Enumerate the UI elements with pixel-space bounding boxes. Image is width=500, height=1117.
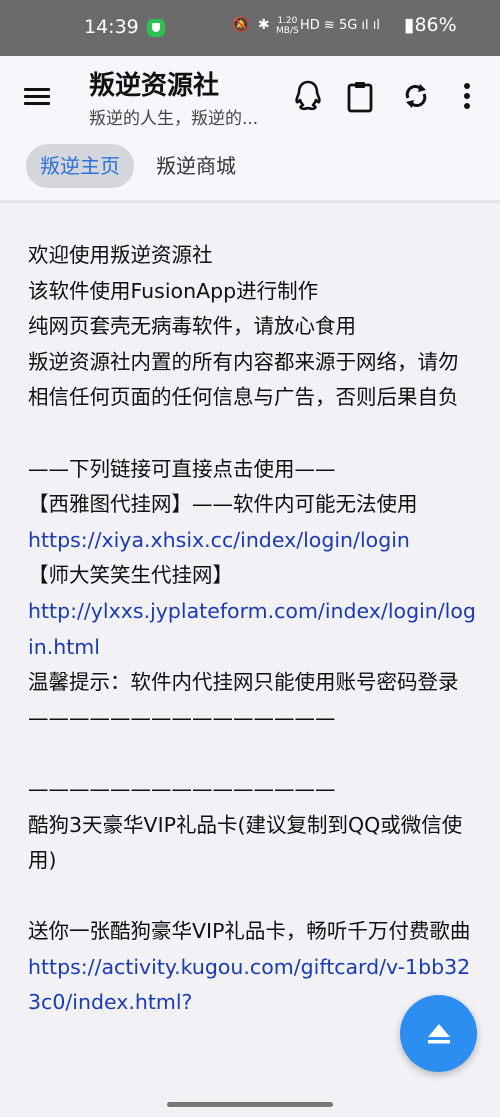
status-bar: 14:39 🔕 ✱ 1.20 MB/S HD ≋ 5G ıl ıl ▮86% bbox=[0, 0, 500, 56]
fusionapp-text: 该软件使用FusionApp进行制作 bbox=[28, 278, 319, 303]
scroll-top-button[interactable] bbox=[400, 995, 477, 1072]
eject-icon bbox=[428, 1024, 450, 1044]
menu-icon[interactable] bbox=[24, 84, 54, 110]
signal-icons: HD ≋ 5G ıl ıl bbox=[300, 18, 380, 33]
separator-1: ——————————————— bbox=[28, 705, 336, 730]
tab-mall[interactable]: 叛逆商城 bbox=[142, 144, 250, 188]
kugou-paragraph: 送你一张酷狗豪华VIP礼品卡，畅听千万付费歌曲 https://activity… bbox=[28, 914, 478, 1021]
shield-icon bbox=[147, 19, 165, 37]
xiya-link[interactable]: https://xiya.xhsix.cc/index/login/login bbox=[28, 528, 410, 552]
shida-label: 【师大笑笑生代挂网】 bbox=[28, 563, 233, 588]
welcome-text: 欢迎使用叛逆资源社 bbox=[28, 243, 213, 267]
refresh-icon[interactable] bbox=[396, 76, 436, 116]
network-speed-value: 1.20 bbox=[277, 16, 298, 26]
kugou-heading: 酷狗3天豪华VIP礼品卡(建议复制到QQ或微信使用) bbox=[28, 812, 463, 873]
app-subtitle: 叛逆的人生，叛逆的... bbox=[89, 109, 259, 129]
qq-icon[interactable] bbox=[288, 76, 328, 116]
separator-2: ——————————————— bbox=[28, 776, 336, 801]
safety-text: 纯网页套壳无病毒软件，请放心食用 bbox=[28, 314, 356, 339]
battery-indicator: ▮86% bbox=[404, 14, 457, 36]
app-title: 叛逆资源社 bbox=[89, 71, 220, 101]
status-icons: 🔕 ✱ bbox=[232, 17, 272, 33]
clipboard-icon[interactable] bbox=[340, 76, 380, 116]
xiya-label: 【西雅图代挂网】——软件内可能无法使用 bbox=[28, 492, 418, 517]
disclaimer-text: 叛逆资源社内置的所有内容都来源于网络，请勿相信任何页面的任何信息与广告，否则后果… bbox=[28, 349, 459, 410]
more-icon[interactable] bbox=[452, 76, 482, 116]
network-speed-unit: MB/S bbox=[276, 26, 299, 36]
kugou-link[interactable]: https://activity.kugou.com/giftcard/v-1b… bbox=[28, 955, 470, 1015]
divider bbox=[0, 200, 500, 203]
links-heading: ——下列链接可直接点击使用—— bbox=[28, 456, 336, 481]
kugou-text: 送你一张酷狗豪华VIP礼品卡，畅听千万付费歌曲 bbox=[28, 919, 471, 944]
home-indicator bbox=[167, 1102, 333, 1107]
tab-home[interactable]: 叛逆主页 bbox=[26, 144, 134, 188]
web-content: 欢迎使用叛逆资源社 该软件使用FusionApp进行制作 纯网页套壳无病毒软件，… bbox=[28, 238, 478, 1021]
ylxxs-link[interactable]: http://ylxxs.jyplateform.com/index/login… bbox=[28, 599, 476, 659]
status-time: 14:39 bbox=[84, 16, 139, 38]
app-bar: 叛逆资源社 叛逆的人生，叛逆的... 叛逆主页 叛逆商城 bbox=[0, 56, 500, 200]
tip-text: 温馨提示：软件内代挂网只能使用账号密码登录 bbox=[28, 670, 459, 695]
network-speed: 1.20 MB/S bbox=[276, 16, 299, 36]
